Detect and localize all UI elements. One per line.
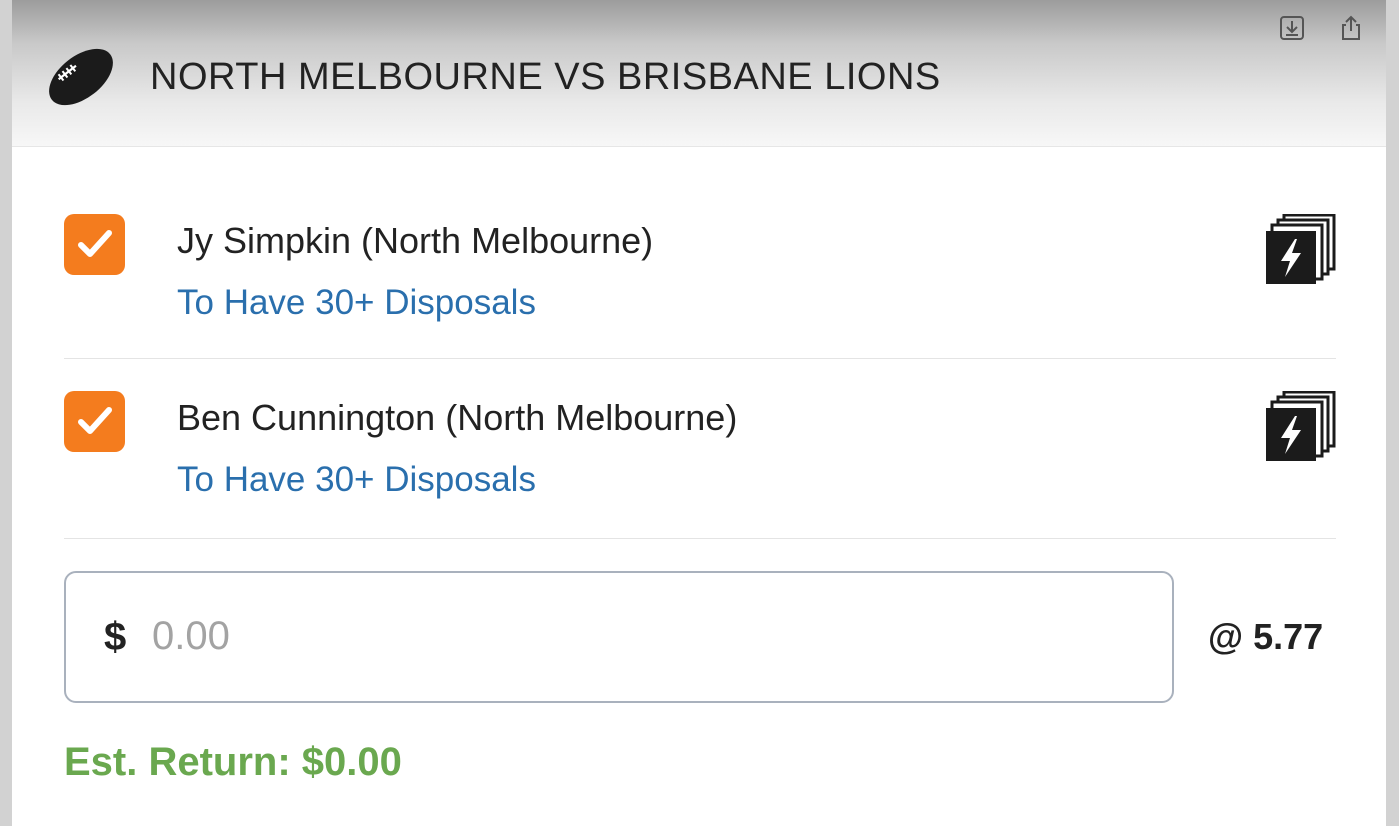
same-game-multi-boost-icon[interactable] — [1266, 214, 1336, 284]
download-icon[interactable] — [1278, 14, 1306, 42]
selection-name: Ben Cunnington (North Melbourne) — [177, 397, 738, 438]
leg-checkbox[interactable] — [64, 391, 125, 452]
bet-leg: Jy Simpkin (North Melbourne) To Have 30+… — [64, 200, 1336, 359]
football-icon — [49, 48, 113, 106]
market-name[interactable]: To Have 30+ Disposals — [177, 460, 536, 500]
stake-input[interactable] — [152, 603, 1052, 669]
estimated-return: Est. Return: $0.00 — [64, 740, 402, 784]
match-header: NORTH MELBOURNE VS BRISBANE LIONS — [12, 0, 1386, 147]
checkmark-icon — [78, 407, 112, 434]
bet-leg: Ben Cunnington (North Melbourne) To Have… — [64, 377, 1336, 539]
same-game-multi-boost-icon[interactable] — [1266, 391, 1336, 461]
match-title: NORTH MELBOURNE VS BRISBANE LIONS — [150, 56, 941, 98]
market-name[interactable]: To Have 30+ Disposals — [177, 283, 536, 323]
odds-value: @ 5.77 — [1208, 616, 1324, 657]
checkmark-icon — [78, 230, 112, 257]
stake-field[interactable]: $ — [64, 571, 1174, 703]
selection-name: Jy Simpkin (North Melbourne) — [177, 220, 654, 261]
bet-slip-card: NORTH MELBOURNE VS BRISBANE LIONS Jy Sim… — [12, 0, 1386, 826]
currency-symbol: $ — [104, 615, 127, 659]
share-icon[interactable] — [1337, 14, 1365, 42]
leg-checkbox[interactable] — [64, 214, 125, 275]
